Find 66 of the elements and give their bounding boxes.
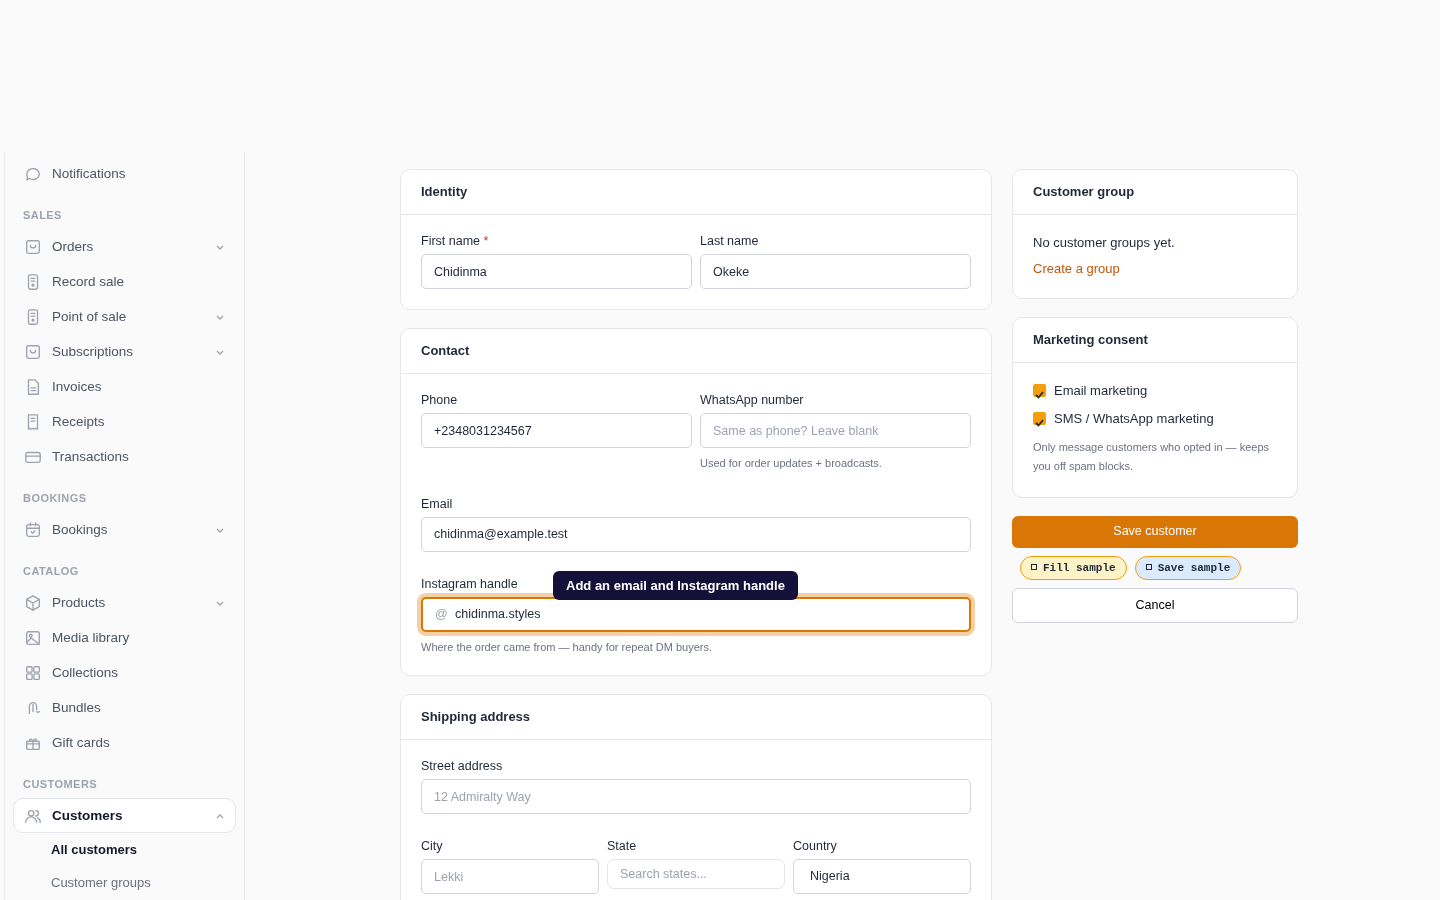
search-field[interactable]: Search states...: [607, 859, 785, 889]
help-text: Where the order came from — handy for repeat DM buyers.: [421, 639, 713, 655]
sidebar-item[interactable]: Products: [13, 585, 236, 620]
sidebar-item[interactable]: Invoices: [13, 369, 236, 404]
field-label: Country: [793, 838, 837, 854]
card-title: Contact: [401, 329, 991, 374]
card-title: Customer group: [1013, 170, 1297, 215]
field-label: First name: [421, 234, 481, 248]
section-heading: SALES: [22, 208, 63, 223]
sidebar-item[interactable]: Receipts: [13, 404, 236, 439]
create-group-link[interactable]: Create a group: [1033, 258, 1120, 278]
sidebar-item[interactable]: Orders: [13, 229, 236, 264]
sidebar-item[interactable]: Transactions: [13, 439, 236, 474]
card-title: Shipping address: [401, 695, 991, 740]
field-label: State: [607, 838, 637, 854]
image-icon: [24, 628, 42, 647]
sample-button[interactable]: Fill sample: [1020, 555, 1127, 580]
checkbox-label: Email marketing: [1054, 382, 1148, 400]
empty-text: No customer groups yet.: [1033, 234, 1176, 252]
sidebar-item[interactable]: Bundles: [13, 690, 236, 725]
required-mark: *: [483, 234, 489, 248]
sidebar-subitem[interactable]: Customer groups: [13, 866, 236, 899]
input-field[interactable]: chidinma@example.test: [421, 516, 971, 552]
input-field[interactable]: Same as phone? Leave blank: [700, 413, 971, 448]
input-field[interactable]: Chidinma: [421, 254, 692, 289]
section-heading: CUSTOMERS: [22, 777, 99, 792]
field-label: Street address: [421, 758, 503, 774]
at-sign: @: [435, 605, 448, 623]
field-label: Phone: [421, 392, 458, 408]
field-label: Instagram handle: [421, 575, 518, 592]
sidebar-item[interactable]: Gift cards: [13, 725, 236, 760]
sidebar-item[interactable]: Point of sale: [13, 299, 236, 334]
bag-icon: [24, 237, 42, 256]
checkbox-label: SMS / WhatsApp marketing: [1054, 409, 1214, 428]
card-title: Identity: [401, 170, 991, 215]
sample-button[interactable]: Save sample: [1134, 555, 1242, 580]
country-select[interactable]: Nigeria: [793, 859, 971, 894]
sidebar-item[interactable]: Subscriptions: [13, 334, 236, 369]
input-field[interactable]: 12 Admiralty Way: [421, 779, 971, 814]
grid-icon: [24, 663, 42, 682]
input-field[interactable]: Okeke: [700, 254, 971, 289]
input-field[interactable]: Lekki: [421, 859, 599, 894]
sidebar-item[interactable]: Bookings: [13, 512, 236, 547]
section-heading: CATALOG: [22, 564, 80, 579]
sidebar-item[interactable]: Media library: [13, 620, 236, 655]
sidebar-item[interactable]: Collections: [13, 655, 236, 690]
sidebar-item[interactable]: Customers: [13, 798, 236, 833]
field-label: Last name: [700, 233, 759, 249]
field-label: City: [421, 838, 443, 854]
field-label: WhatsApp number: [700, 392, 804, 408]
input-field[interactable]: +2348031234567: [421, 413, 692, 448]
note-text: Only message customers who opted in — keeps you off spam blocks.: [1033, 440, 1270, 475]
field-label: Email: [421, 495, 453, 512]
sidebar-item[interactable]: Record sale: [13, 264, 236, 299]
tooltip: Add an email and Instagram handle: [553, 570, 798, 600]
sidebar-subitem[interactable]: All customers: [13, 833, 236, 866]
section-heading: BOOKINGS: [22, 491, 88, 506]
sidebar-item[interactable]: Notifications: [13, 156, 236, 191]
cube-icon: [24, 593, 42, 612]
checkbox[interactable]: [1033, 384, 1046, 398]
cancel-button[interactable]: Cancel: [1012, 588, 1298, 623]
card-title: Marketing consent: [1013, 318, 1297, 363]
checkbox[interactable]: [1033, 411, 1046, 425]
calendar-icon: [24, 520, 42, 539]
help-text: Used for order updates + broadcasts.: [700, 456, 883, 471]
bag-icon: [24, 342, 42, 361]
